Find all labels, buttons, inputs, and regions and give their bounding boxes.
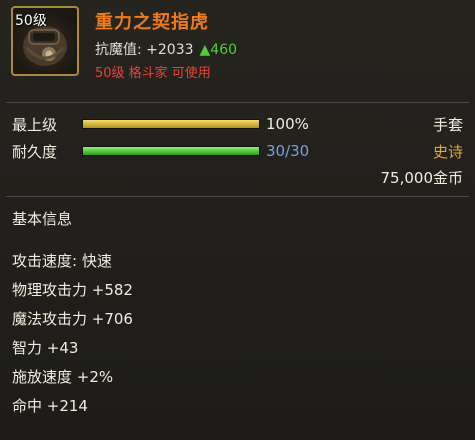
item-price: 75,000金币 [380, 169, 464, 187]
resist-bonus: ▲460 [199, 42, 238, 58]
attribute-line: 攻击速度: 快速 [12, 252, 112, 270]
grade-bar [82, 119, 260, 129]
grade-value: 100% [266, 115, 309, 133]
grade-label: 最上级 [12, 116, 58, 134]
divider-middle [6, 196, 469, 197]
attribute-line: 物理攻击力 +582 [12, 281, 133, 299]
level-badge: 50级 [15, 13, 47, 29]
durability-bar-fill [83, 147, 259, 155]
divider-top [6, 102, 469, 103]
section-title: 基本信息 [12, 210, 73, 228]
durability-label: 耐久度 [12, 143, 58, 161]
attribute-line: 魔法攻击力 +706 [12, 310, 133, 328]
grade-bar-fill [83, 120, 259, 128]
durability-bar [82, 146, 260, 156]
class-requirement: 50级 格斗家 可使用 [95, 66, 211, 81]
resist-stat: 抗魔值: +2033 ▲460 [95, 39, 237, 59]
attribute-line: 智力 +43 [12, 339, 79, 357]
item-name: 重力之契指虎 [95, 12, 209, 33]
resist-value: 抗魔值: +2033 [95, 42, 194, 58]
attribute-line: 命中 +214 [12, 397, 88, 415]
durability-value: 30/30 [266, 142, 310, 160]
item-rarity: 史诗 [432, 143, 463, 161]
item-icon-frame: 50级 [11, 6, 79, 76]
attribute-line: 施放速度 +2% [12, 368, 114, 386]
item-tooltip: 50级 重力之契指虎 抗魔值: +2033 ▲460 50级 格斗家 可使用 最上… [0, 0, 475, 440]
item-slot-type: 手套 [432, 116, 463, 134]
